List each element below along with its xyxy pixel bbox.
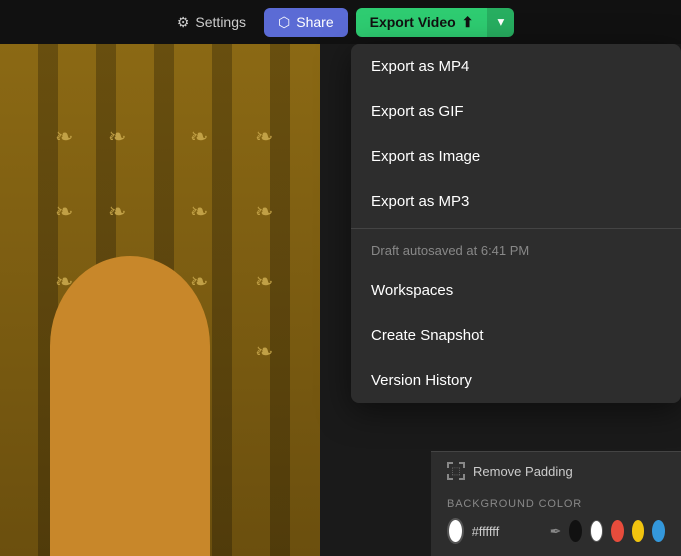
eyedropper-icon[interactable]: ✒ xyxy=(550,523,562,540)
palette-black[interactable] xyxy=(569,520,582,542)
export-video-dropdown-button[interactable]: ▾ xyxy=(487,8,514,37)
workspaces-item[interactable]: Workspaces xyxy=(351,268,681,313)
color-preview-swatch[interactable] xyxy=(447,518,464,544)
canvas-preview: ❧ ❧ ❧ ❧ ❧ ❧ ❧ ❧ ❧ ❧ ❧ ❧ ❧ ❧ ❧ ❧ ❧ xyxy=(0,44,320,556)
color-row: ✒ xyxy=(447,518,665,544)
fleur-decoration: ❧ xyxy=(55,199,73,225)
bg-color-label: BACKGROUND COLOR xyxy=(447,498,665,510)
fleur-decoration: ❧ xyxy=(108,199,126,225)
fleur-decoration: ❧ xyxy=(255,339,273,365)
upload-icon: ⬆ xyxy=(462,14,474,31)
palette-red[interactable] xyxy=(611,520,624,542)
bg-color-section: BACKGROUND COLOR ✒ xyxy=(431,490,681,556)
export-video-label: Export Video xyxy=(370,14,456,30)
export-video-group: Export Video ⬆ ▾ xyxy=(356,8,515,37)
fleur-decoration: ❧ xyxy=(108,124,126,150)
share-label: Share xyxy=(296,14,333,30)
version-history-item[interactable]: Version History xyxy=(351,358,681,403)
share-button[interactable]: ⬡ Share xyxy=(264,8,348,37)
export-gif-item[interactable]: Export as GIF xyxy=(351,89,681,134)
divider xyxy=(351,228,681,229)
person-silhouette xyxy=(50,256,210,556)
export-mp3-item[interactable]: Export as MP3 xyxy=(351,179,681,224)
fleur-decoration: ❧ xyxy=(255,199,273,225)
remove-padding-label: Remove Padding xyxy=(473,464,573,479)
fleur-decoration: ❧ xyxy=(190,124,208,150)
export-image-item[interactable]: Export as Image xyxy=(351,134,681,179)
remove-padding-row[interactable]: ⬚ Remove Padding xyxy=(431,451,681,490)
fleur-decoration: ❧ xyxy=(255,124,273,150)
top-bar: ⚙ Settings ⬡ Share Export Video ⬆ ▾ xyxy=(0,0,681,44)
export-mp4-item[interactable]: Export as MP4 xyxy=(351,44,681,89)
fleur-decoration: ❧ xyxy=(255,269,273,295)
fleur-decoration: ❧ xyxy=(55,124,73,150)
export-video-button[interactable]: Export Video ⬆ xyxy=(356,8,488,37)
settings-label: Settings xyxy=(195,14,246,30)
main-area: ❧ ❧ ❧ ❧ ❧ ❧ ❧ ❧ ❧ ❧ ❧ ❧ ❧ ❧ ❧ ❧ ❧ 80p Ex… xyxy=(0,44,681,556)
share-icon: ⬡ xyxy=(278,14,290,31)
palette-blue[interactable] xyxy=(652,520,665,542)
fleur-decoration: ❧ xyxy=(190,199,208,225)
create-snapshot-item[interactable]: Create Snapshot xyxy=(351,313,681,358)
palette-yellow[interactable] xyxy=(632,520,645,542)
right-panel-bottom: ⬚ Remove Padding BACKGROUND COLOR ✒ xyxy=(431,451,681,556)
chevron-down-icon: ▾ xyxy=(497,14,504,30)
settings-button[interactable]: ⚙ Settings xyxy=(167,8,256,37)
remove-padding-icon: ⬚ xyxy=(447,462,465,480)
dropdown-menu: Export as MP4 Export as GIF Export as Im… xyxy=(351,44,681,403)
gear-icon: ⚙ xyxy=(177,14,190,31)
draft-saved-text: Draft autosaved at 6:41 PM xyxy=(351,233,681,268)
palette-white[interactable] xyxy=(590,520,603,542)
color-hex-input[interactable] xyxy=(472,524,542,539)
